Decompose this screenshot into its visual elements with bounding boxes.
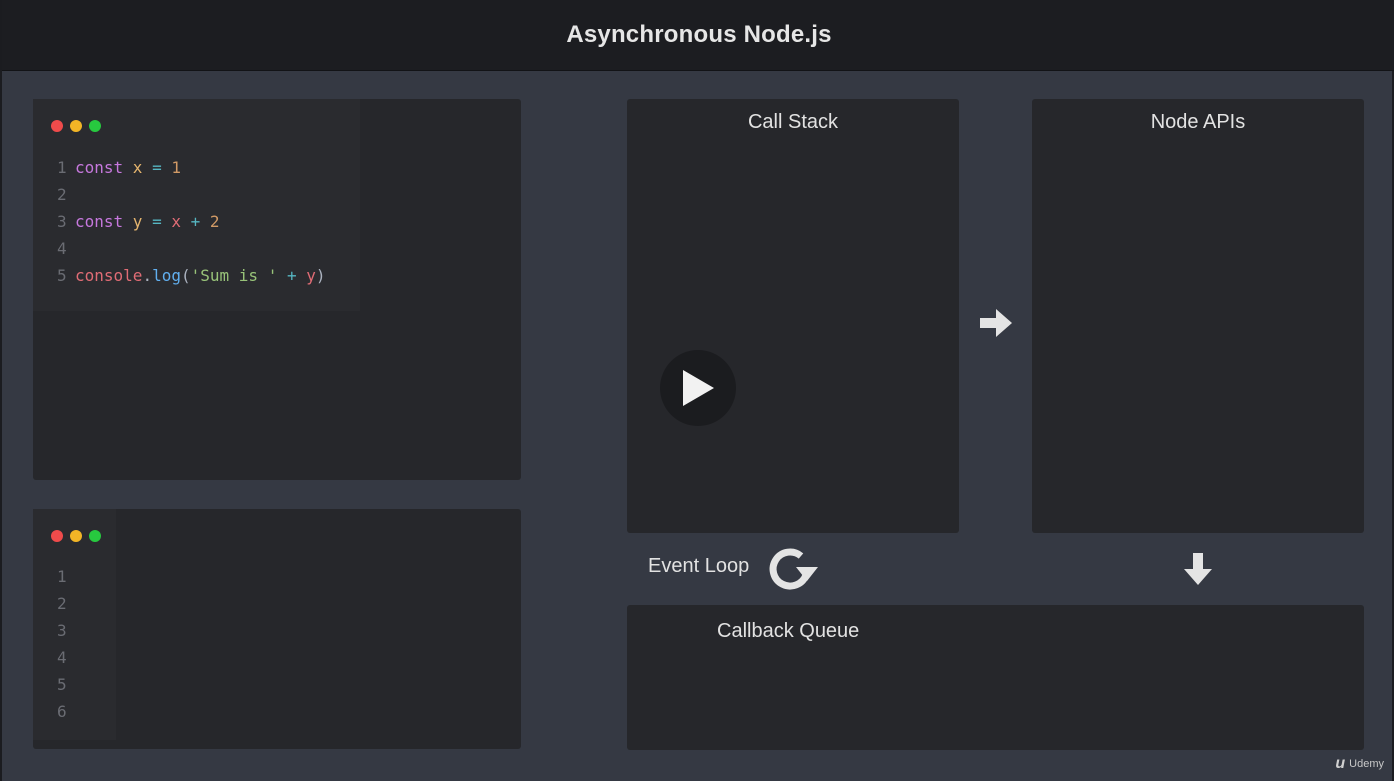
code-token: = (142, 158, 162, 177)
close-dot-icon (51, 120, 63, 132)
code-editor-bottom: 1 2 3 4 5 6 (33, 509, 521, 749)
minimize-dot-icon (70, 120, 82, 132)
code-line: 1 const x = 1 (57, 157, 181, 179)
code-token: console (75, 266, 143, 285)
code-line: 3 (57, 620, 75, 642)
udemy-logo-icon: u (1335, 755, 1346, 772)
code-line: 2 (57, 184, 75, 206)
slide-title: Asynchronous Node.js (566, 21, 832, 48)
code-line: 3 const y = x + 2 (57, 211, 220, 233)
code-token: x (123, 158, 143, 177)
maximize-dot-icon (89, 530, 101, 542)
code-token: x (161, 212, 181, 231)
minimize-dot-icon (70, 530, 82, 542)
line-number: 6 (57, 702, 67, 721)
code-token: y (296, 266, 316, 285)
code-line: 1 (57, 566, 75, 588)
call-stack-label: Call Stack (747, 111, 839, 133)
code-token: 1 (161, 158, 181, 177)
code-token: ( (180, 266, 191, 285)
arrow-down-icon (1184, 553, 1212, 585)
code-editor-top: 1 const x = 1 2 3 const y = x + 2 4 5 console.l… (33, 99, 521, 480)
callback-queue-panel: Callback Queue (627, 605, 1364, 750)
code-line: 6 (57, 701, 75, 723)
refresh-loop-icon (769, 548, 818, 590)
window-controls (51, 530, 101, 542)
node-apis-label: Node APIs (1150, 111, 1246, 133)
window-controls (51, 120, 101, 132)
event-loop-label: Event Loop (648, 555, 750, 577)
code-token: const (75, 212, 124, 231)
code-token: = (142, 212, 162, 231)
udemy-watermark: u Udemy (1335, 755, 1384, 773)
udemy-text: Udemy (1349, 758, 1384, 770)
line-number: 4 (57, 648, 67, 667)
line-number: 3 (57, 212, 67, 231)
code-token: + (277, 266, 297, 285)
line-number: 1 (57, 158, 67, 177)
code-token: const (75, 158, 124, 177)
code-token: 2 (200, 212, 220, 231)
code-token: log (152, 266, 181, 285)
line-number: 4 (57, 239, 67, 258)
video-frame: Asynchronous Node.js 1 const x = 1 2 3 const… (0, 0, 1394, 781)
line-number: 5 (57, 675, 67, 694)
code-token: ) (315, 266, 326, 285)
arrow-right-icon (980, 309, 1012, 337)
line-number: 3 (57, 621, 67, 640)
code-line: 5 (57, 674, 75, 696)
close-dot-icon (51, 530, 63, 542)
maximize-dot-icon (89, 120, 101, 132)
line-number: 5 (57, 266, 67, 285)
code-token: + (180, 212, 201, 231)
code-line: 5 console.log('Sum is ' + y) (57, 265, 326, 287)
line-number: 2 (57, 185, 67, 204)
code-token: y (123, 212, 143, 231)
play-button[interactable] (660, 350, 736, 426)
code-line: 4 (57, 647, 75, 669)
call-stack-panel: Call Stack (627, 99, 959, 533)
line-number: 1 (57, 567, 67, 586)
callback-queue-label: Callback Queue (717, 620, 860, 642)
node-apis-panel: Node APIs (1032, 99, 1364, 533)
title-bar: Asynchronous Node.js (2, 0, 1394, 71)
code-token: . (142, 266, 153, 285)
line-number: 2 (57, 594, 67, 613)
code-line: 4 (57, 238, 75, 260)
play-icon (683, 370, 714, 406)
code-line: 2 (57, 593, 75, 615)
code-token: 'Sum is ' (190, 266, 278, 285)
